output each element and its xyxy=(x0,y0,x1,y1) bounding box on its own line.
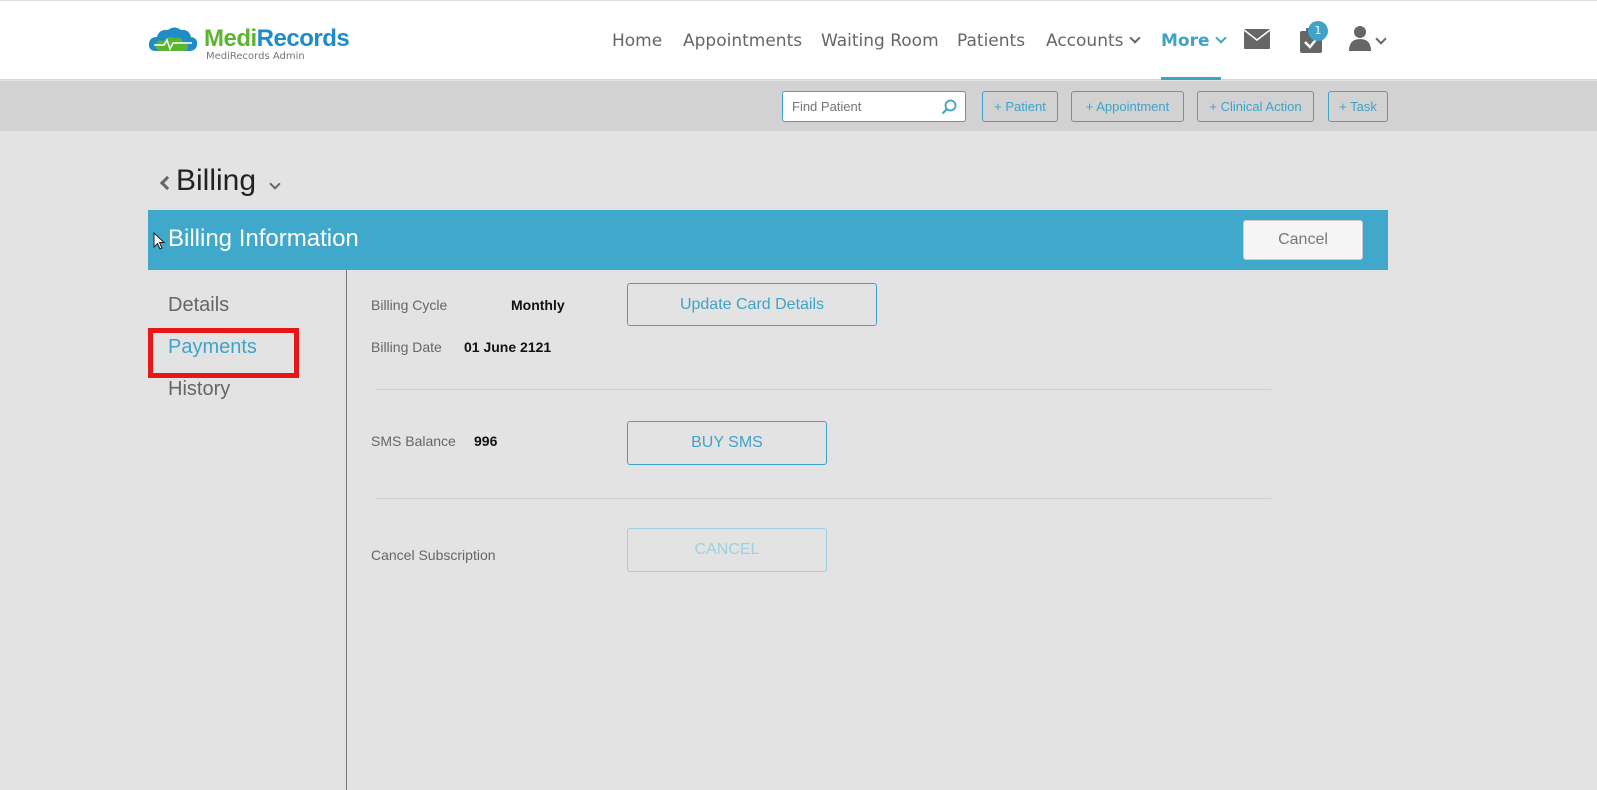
task-count-badge: 1 xyxy=(1308,21,1328,41)
billing-cycle-value: Monthly xyxy=(511,297,565,313)
nav-more-label: More xyxy=(1161,31,1210,51)
nav-appointments[interactable]: Appointments xyxy=(683,31,802,51)
quick-actions-toolbar: + Patient + Appointment + Clinical Actio… xyxy=(0,81,1597,131)
cancel-button[interactable]: Cancel xyxy=(1243,220,1363,260)
side-item-history[interactable]: History xyxy=(168,378,230,401)
find-patient-box[interactable] xyxy=(782,91,966,122)
nav-waiting-room[interactable]: Waiting Room xyxy=(821,31,939,51)
top-navigation: MediRecords MediRecords Admin Home Appoi… xyxy=(0,0,1597,80)
panel-header: Billing Information Cancel xyxy=(148,210,1388,270)
payments-highlight-box xyxy=(148,328,299,378)
cancel-subscription-button[interactable]: CANCEL xyxy=(627,528,827,572)
add-task-button[interactable]: + Task xyxy=(1328,91,1388,122)
nav-accounts[interactable]: Accounts xyxy=(1046,31,1141,51)
cancel-subscription-label: Cancel Subscription xyxy=(371,547,496,563)
mail-icon[interactable] xyxy=(1244,29,1270,49)
mouse-cursor-icon xyxy=(153,232,165,250)
chevron-down-icon xyxy=(1128,32,1141,44)
billing-date-label: Billing Date xyxy=(371,339,442,355)
find-patient-input[interactable] xyxy=(783,92,933,121)
billing-panel: Billing Information Cancel Details Payme… xyxy=(148,210,1388,790)
chevron-down-icon[interactable] xyxy=(269,178,281,190)
sms-balance-label: SMS Balance xyxy=(371,433,456,449)
chevron-down-icon xyxy=(1214,32,1227,44)
search-icon[interactable] xyxy=(941,99,957,115)
update-card-details-button[interactable]: Update Card Details xyxy=(627,283,877,326)
billing-cycle-label: Billing Cycle xyxy=(371,297,448,313)
user-icon[interactable] xyxy=(1349,25,1371,51)
add-clinical-action-button[interactable]: + Clinical Action xyxy=(1197,91,1314,122)
nav-patients[interactable]: Patients xyxy=(957,31,1025,51)
back-chevron-icon[interactable] xyxy=(159,175,175,191)
buy-sms-button[interactable]: BUY SMS xyxy=(627,421,827,465)
side-item-details[interactable]: Details xyxy=(168,294,229,317)
add-patient-button[interactable]: + Patient xyxy=(982,91,1058,122)
panel-title: Billing Information xyxy=(168,225,359,252)
nav-more[interactable]: More xyxy=(1161,31,1227,51)
sms-balance-value: 996 xyxy=(474,433,498,449)
nav-home[interactable]: Home xyxy=(612,31,662,51)
section-divider xyxy=(375,498,1271,499)
nav-active-indicator xyxy=(1161,77,1221,80)
page-title: Billing xyxy=(176,164,257,197)
add-appointment-button[interactable]: + Appointment xyxy=(1071,91,1184,122)
billing-date-value: 01 June 2121 xyxy=(464,339,552,355)
nav-accounts-label: Accounts xyxy=(1046,31,1124,51)
section-divider xyxy=(375,389,1271,390)
billing-content: Billing Cycle Monthly Update Card Detail… xyxy=(371,270,1371,790)
